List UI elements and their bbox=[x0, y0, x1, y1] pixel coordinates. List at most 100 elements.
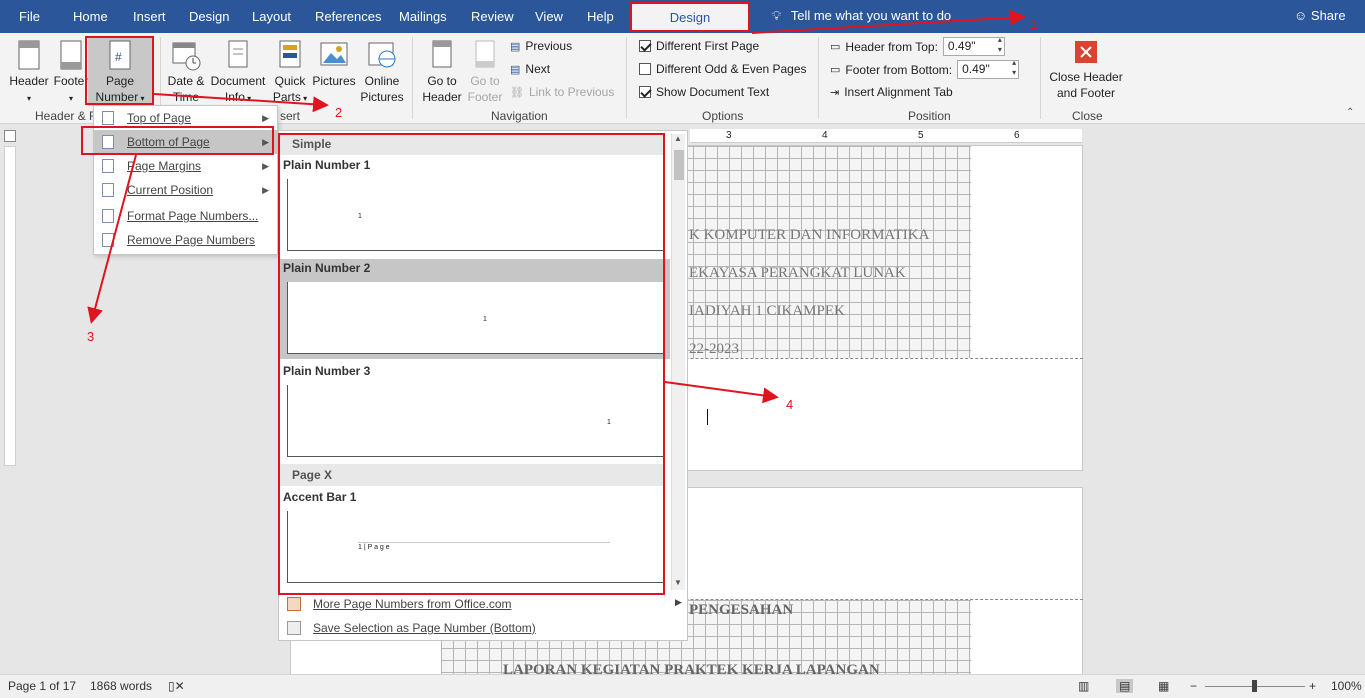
gallery-item-plain-number-2[interactable]: 1 bbox=[287, 282, 664, 354]
tab-file[interactable]: File bbox=[19, 9, 40, 24]
page-number-button[interactable]: # Page Number ▾ bbox=[88, 36, 152, 106]
tab-layout[interactable]: Layout bbox=[252, 9, 291, 24]
online-pictures-label-2: Pictures bbox=[360, 90, 404, 104]
next-icon: ▤ bbox=[510, 63, 521, 76]
ribbon-separator bbox=[626, 37, 627, 119]
go-to-footer-button[interactable]: Go to Footer bbox=[464, 39, 506, 105]
proofing-icon[interactable]: ▯✕ bbox=[168, 679, 185, 693]
save-selection-button[interactable]: Save Selection as Page Number (Bottom) bbox=[283, 621, 536, 635]
page-number-preview: 1 bbox=[483, 316, 487, 323]
chevron-right-icon: ▶ bbox=[262, 185, 269, 195]
menu-item-top-of-page[interactable]: Top of Page ▶ bbox=[94, 106, 277, 130]
gallery-item-plain-number-1[interactable]: 1 bbox=[287, 179, 664, 251]
menu-item-current-position[interactable]: Current Position ▶ bbox=[94, 178, 277, 202]
pictures-button[interactable]: Pictures bbox=[311, 39, 357, 89]
date-time-label-1: Date & bbox=[167, 74, 205, 88]
gallery-item-title: Plain Number 3 bbox=[283, 364, 371, 378]
footer-from-bottom-input[interactable]: 0.49" bbox=[957, 58, 1020, 79]
different-first-page-checkbox[interactable]: Different First Page bbox=[639, 39, 759, 53]
web-layout-icon[interactable]: ▦ bbox=[1158, 679, 1169, 693]
tab-insert[interactable]: Insert bbox=[133, 9, 166, 24]
gallery-item-plain-number-3[interactable]: 1 bbox=[287, 385, 664, 457]
print-layout-icon[interactable]: ▤ bbox=[1116, 679, 1134, 693]
tell-me-search[interactable]: 💡︎ Tell me what you want to do bbox=[772, 8, 951, 24]
tab-design-doc[interactable]: Design bbox=[189, 9, 229, 24]
gallery-item-accent-bar-1[interactable]: 1 | P a g e bbox=[287, 511, 664, 583]
menu-item-remove-page-numbers[interactable]: Remove Page Numbers bbox=[94, 228, 277, 252]
insert-alignment-tab-button[interactable]: ⇥ Insert Alignment Tab bbox=[830, 85, 953, 99]
online-pictures-button[interactable]: Online Pictures bbox=[358, 39, 406, 105]
ruler-number: 6 bbox=[1014, 130, 1020, 141]
tab-mailings[interactable]: Mailings bbox=[399, 9, 447, 24]
share-button[interactable]: ☺ Share bbox=[1294, 8, 1346, 23]
menu-item-label: Format Page Numbers... bbox=[127, 209, 259, 223]
zoom-slider-thumb[interactable] bbox=[1252, 680, 1257, 692]
go-to-header-button[interactable]: Go to Header bbox=[420, 39, 464, 105]
show-document-text-label: Show Document Text bbox=[656, 85, 770, 99]
scroll-up-icon[interactable]: ▲ bbox=[674, 134, 682, 143]
collapse-ribbon-icon[interactable]: ⌃ bbox=[1346, 107, 1354, 118]
read-mode-icon[interactable]: ▥ bbox=[1078, 679, 1089, 693]
person-icon: ☺ bbox=[1294, 8, 1308, 23]
page-count[interactable]: Page 1 of 17 bbox=[8, 679, 76, 693]
tab-references[interactable]: References bbox=[315, 9, 381, 24]
word-count[interactable]: 1868 words bbox=[90, 679, 152, 693]
tab-review[interactable]: Review bbox=[471, 9, 514, 24]
footer-label: Footer bbox=[53, 74, 89, 88]
remove-icon bbox=[102, 233, 114, 247]
link-icon: ⛓ bbox=[510, 86, 524, 99]
header-from-top-row: ▭ Header from Top: 0.49" bbox=[830, 35, 1005, 56]
scrollbar-thumb[interactable] bbox=[674, 150, 684, 180]
menu-item-format-page-numbers[interactable]: Format Page Numbers... bbox=[94, 204, 277, 228]
checkbox-checked-icon bbox=[639, 86, 651, 98]
footer-from-bottom-label: Footer from Bottom: bbox=[845, 62, 953, 77]
menu-item-page-margins[interactable]: Page Margins ▶ bbox=[94, 154, 277, 178]
tab-home[interactable]: Home bbox=[73, 9, 108, 24]
header-position-icon: ▭ bbox=[830, 41, 841, 53]
close-header-footer-button[interactable]: Close Header and Footer bbox=[1046, 39, 1126, 101]
go-to-header-icon bbox=[432, 40, 452, 68]
alignment-tab-icon: ⇥ bbox=[830, 86, 840, 99]
ruler-number: 3 bbox=[726, 130, 732, 141]
page-number-preview: 1 | P a g e bbox=[358, 544, 390, 551]
link-to-previous-button[interactable]: ⛓ Link to Previous bbox=[510, 85, 614, 99]
go-to-header-label-1: Go to bbox=[427, 74, 457, 88]
menu-item-bottom-of-page[interactable]: Bottom of Page ▶ bbox=[94, 130, 277, 154]
go-to-header-label-2: Header bbox=[422, 90, 462, 104]
tab-selector[interactable] bbox=[4, 130, 16, 142]
scroll-down-icon[interactable]: ▼ bbox=[674, 578, 682, 587]
header-from-top-input[interactable]: 0.49" bbox=[942, 35, 1005, 56]
page-number-icon: # bbox=[109, 40, 131, 70]
chevron-right-icon: ▶ bbox=[675, 597, 682, 607]
group-navigation-label: Navigation bbox=[491, 109, 548, 123]
quick-parts-label-1: Quick bbox=[274, 74, 306, 88]
gallery-section-header: Page X bbox=[280, 464, 665, 486]
more-page-numbers-button[interactable]: More Page Numbers from Office.com ▶ bbox=[283, 597, 682, 611]
tab-help[interactable]: Help bbox=[587, 9, 614, 24]
gallery-section-header: Simple bbox=[280, 133, 665, 155]
zoom-out-icon[interactable]: − bbox=[1190, 679, 1197, 693]
document-heading: PENGESAHAN bbox=[689, 602, 794, 618]
date-time-label-2: Time bbox=[172, 90, 200, 104]
zoom-level[interactable]: 100% bbox=[1331, 679, 1362, 693]
group-close-label: Close bbox=[1072, 109, 1103, 123]
ribbon-separator bbox=[1040, 37, 1041, 119]
date-time-button[interactable]: Date & Time bbox=[164, 39, 208, 105]
page-number-label-2: Number bbox=[95, 90, 139, 104]
tab-view[interactable]: View bbox=[535, 9, 563, 24]
close-label-1: Close Header bbox=[1049, 70, 1123, 84]
tab-header-footer-design[interactable]: Design bbox=[630, 2, 750, 32]
document-info-button[interactable]: Document Info ▾ bbox=[208, 39, 268, 107]
ruler-number: 5 bbox=[918, 130, 924, 141]
different-odd-even-checkbox[interactable]: Different Odd & Even Pages bbox=[639, 62, 807, 76]
footer-button[interactable]: Footer ▾ bbox=[52, 39, 90, 107]
save-gallery-icon bbox=[287, 621, 301, 635]
previous-button[interactable]: ▤ Previous bbox=[510, 39, 572, 53]
header-button[interactable]: Header ▾ bbox=[6, 39, 52, 107]
next-button[interactable]: ▤ Next bbox=[510, 62, 550, 76]
ribbon-tab-bar: File Home Insert Design Layout Reference… bbox=[0, 0, 1365, 33]
gallery-scrollbar[interactable]: ▲ ▼ bbox=[671, 134, 685, 590]
quick-parts-button[interactable]: Quick Parts ▾ bbox=[268, 39, 312, 107]
zoom-in-icon[interactable]: + bbox=[1309, 679, 1316, 693]
show-document-text-checkbox[interactable]: Show Document Text bbox=[639, 85, 769, 99]
